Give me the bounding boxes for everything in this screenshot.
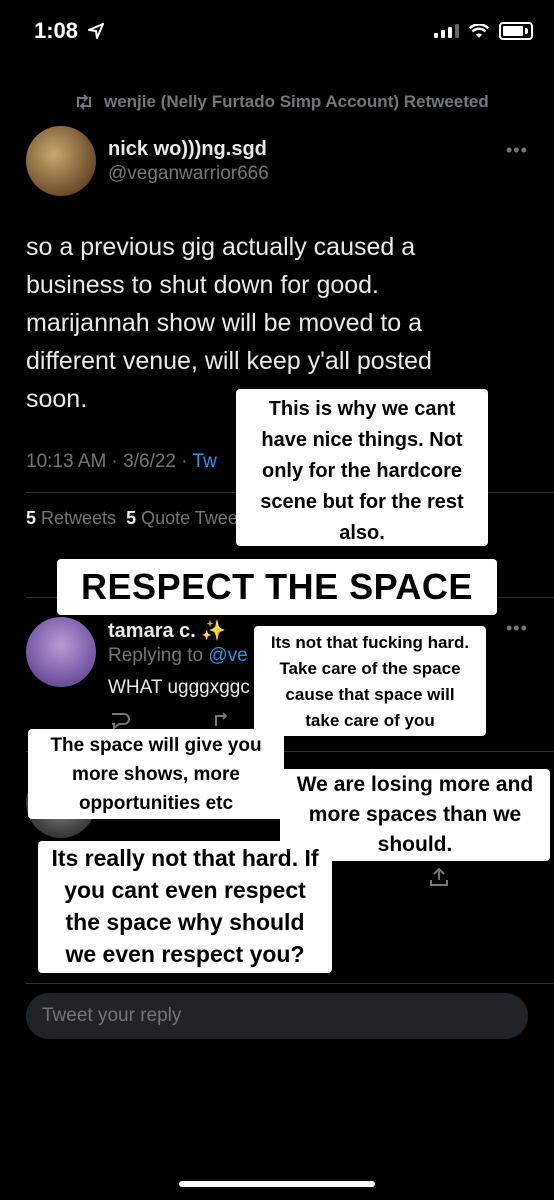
location-arrow-icon [88,23,105,39]
reply-avatar[interactable] [26,617,96,687]
divider [26,983,554,984]
reply-icon[interactable] [108,712,130,730]
reply-more-icon[interactable]: ••• [506,618,528,639]
reply-placeholder: Tweet your reply [42,1005,182,1026]
reply-text: WHAT ugggxggc [108,677,250,698]
retweet-icon [77,94,91,110]
author-display-name[interactable]: nick wo)))ng.sgd [108,138,267,161]
story-caption-1: This is why we cant have nice things. Not… [236,389,488,546]
story-headline: RESPECT THE SPACE [57,559,497,615]
reply-author-name[interactable]: tamara c. ✨ [108,618,226,643]
author-handle[interactable]: @veganwarrior666 [108,163,269,185]
reply-input[interactable]: Tweet your reply [26,993,528,1039]
avatar[interactable] [26,126,96,196]
home-indicator[interactable] [179,1181,375,1187]
story-caption-3: The space will give you more shows, more o… [28,729,284,819]
wifi-icon [469,23,489,38]
status-time: 1:08 [34,18,105,44]
tweet-timestamp: 10:13 AM · 3/6/22 · Tw [26,451,217,472]
story-caption-5: Its really not that hard. If you cant eve… [38,841,332,973]
status-icons [434,22,533,40]
tweet-source-link[interactable]: Tw [193,451,217,472]
replying-to: Replying to @ve [108,645,248,666]
retweet-action-icon[interactable] [212,712,234,730]
retweet-label: wenjie (Nelly Furtado Simp Account) Retw… [104,92,489,111]
retweet-indicator[interactable]: wenjie (Nelly Furtado Simp Account) Retw… [74,92,489,112]
story-caption-2: Its not that fucking hard. Take care of t… [254,626,486,736]
cellular-signal-icon [434,24,459,38]
battery-icon [499,22,533,40]
more-options-icon[interactable]: ••• [506,140,528,161]
share-icon[interactable] [428,866,450,888]
